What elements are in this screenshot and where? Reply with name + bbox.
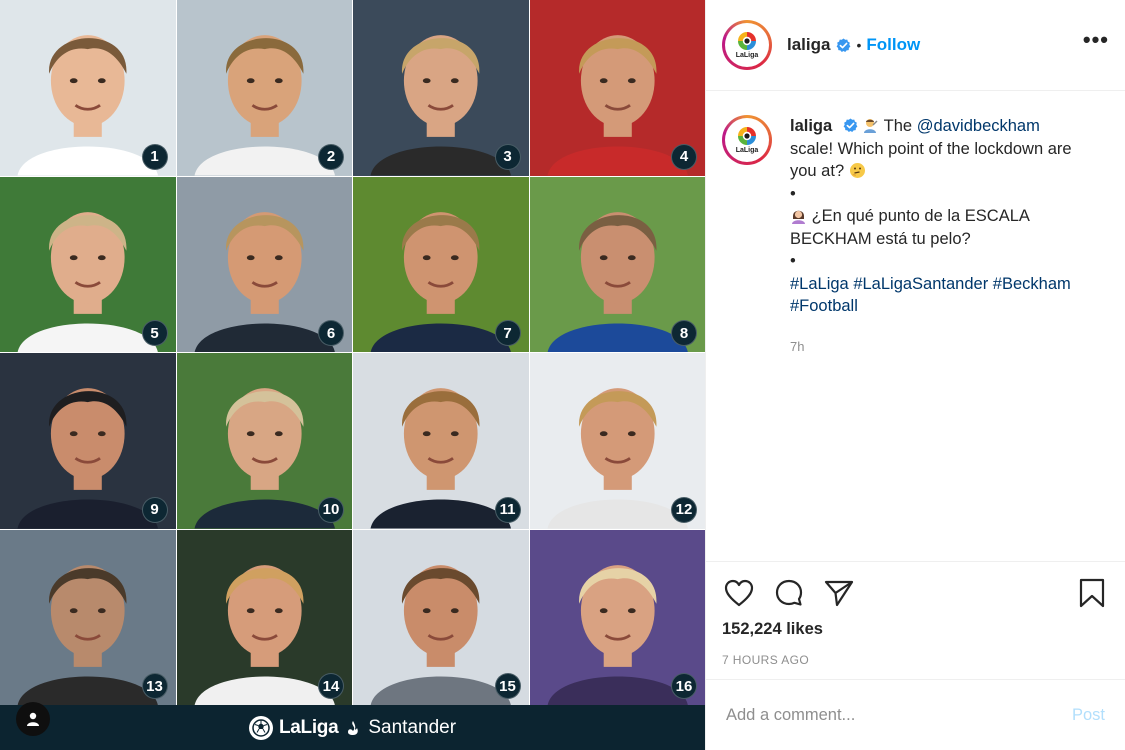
photo-tile: 7 <box>353 176 529 352</box>
tile-number-badge: 9 <box>141 496 168 523</box>
avatar-label: LaLiga <box>735 147 759 154</box>
photo-tile: 10 <box>176 353 352 529</box>
thinking-emoji-icon <box>849 162 866 180</box>
laliga-logo-icon <box>738 127 756 145</box>
caption-line1-rest: scale! Which point of the lockdown are y… <box>790 139 1072 181</box>
follow-button[interactable]: Follow <box>866 35 920 55</box>
photo-tile: 4 <box>529 0 705 176</box>
post-header: LaLiga laliga • Follow ••• <box>706 0 1125 91</box>
tile-number-badge: 14 <box>318 673 344 699</box>
tile-number-badge: 2 <box>318 143 344 170</box>
caption-avatar[interactable]: LaLiga <box>722 115 772 165</box>
caption-username[interactable]: laliga <box>790 117 832 135</box>
tile-number-badge: 10 <box>318 496 344 523</box>
add-comment-bar: Post <box>706 679 1125 750</box>
photo-tile: 6 <box>176 176 352 352</box>
post-comment-button[interactable]: Post <box>1072 706 1105 725</box>
photo-tile: 13 <box>0 529 176 705</box>
verified-badge-icon <box>836 38 851 53</box>
post-panel: LaLiga laliga • Follow ••• LaLiga laliga… <box>705 0 1125 750</box>
comment-button[interactable] <box>772 576 806 610</box>
hashtag-link[interactable]: #Football <box>790 297 858 315</box>
tile-number-badge: 11 <box>494 496 521 523</box>
save-button[interactable] <box>1075 576 1109 610</box>
caption-text: laliga The @davidbeckham scale! Which po… <box>790 115 1082 358</box>
caption-bullet-2: • <box>790 252 796 270</box>
photo-tile: 14 <box>176 529 352 705</box>
tile-number-badge: 12 <box>671 496 697 523</box>
laliga-ball-icon <box>248 715 273 740</box>
tile-number-badge: 8 <box>671 320 697 346</box>
share-plane-icon <box>824 580 854 607</box>
tile-number-badge: 5 <box>141 320 168 346</box>
like-heart-icon <box>724 579 754 607</box>
santander-flame-icon <box>348 720 359 735</box>
tile-number-badge: 7 <box>494 320 521 346</box>
caption-spanish: ¿En qué punto de la ESCALA BECKHAM está … <box>790 207 1029 248</box>
barber-emoji-icon <box>862 117 883 135</box>
tile-number-badge: 1 <box>141 143 168 170</box>
laliga-brand-bar: LaLiga Santander <box>0 705 705 750</box>
tile-number-badge: 16 <box>671 673 697 699</box>
hashtag-link[interactable]: #LaLigaSantander <box>853 275 988 293</box>
caption-bullet: • <box>790 184 796 203</box>
photo-tile: 3 <box>353 0 529 176</box>
comments-section: LaLiga laliga The @davidbeckham scale! W… <box>706 91 1125 561</box>
brand-laliga-text: LaLiga <box>278 716 339 738</box>
header-username[interactable]: laliga <box>787 35 830 55</box>
avatar-label: LaLiga <box>735 52 759 59</box>
photo-tile: 5 <box>0 176 176 352</box>
tile-number-badge: 6 <box>318 320 344 346</box>
user-tag-icon <box>27 712 39 726</box>
post-timestamp[interactable]: 7 HOURS AGO <box>722 653 1109 667</box>
photo-tile: 12 <box>529 353 705 529</box>
tile-number-badge: 4 <box>671 143 697 170</box>
action-icons <box>722 562 1109 624</box>
like-count[interactable]: 152,224 likes <box>722 620 1109 639</box>
beckham-hair-grid: 1 2 3 4 5 6 7 8 9 10 11 12 13 14 15 16 <box>0 0 705 705</box>
tile-number-badge: 13 <box>141 673 168 699</box>
photo-tile: 16 <box>529 529 705 705</box>
tile-number-badge: 15 <box>494 673 521 699</box>
share-button[interactable] <box>822 576 856 610</box>
mention-link[interactable]: @davidbeckham <box>917 117 1040 135</box>
hashtags: #LaLiga #LaLigaSantander #Beckham #Footb… <box>790 273 1082 318</box>
post-media[interactable]: 1 2 3 4 5 6 7 8 9 10 11 12 13 14 15 16 LaLiga Santander <box>0 0 705 750</box>
bookmark-icon <box>1079 578 1105 608</box>
more-options-icon[interactable]: ••• <box>1083 27 1109 63</box>
laliga-santander-logo: LaLiga Santander <box>248 715 457 740</box>
caption-timestamp[interactable]: 7h <box>790 336 1082 359</box>
caption-comment: LaLiga laliga The @davidbeckham scale! W… <box>722 115 1109 358</box>
photo-tile: 11 <box>353 353 529 529</box>
user-tag-button[interactable] <box>16 702 50 736</box>
comment-input[interactable] <box>726 705 1072 725</box>
photo-tile: 8 <box>529 176 705 352</box>
like-button[interactable] <box>722 576 756 610</box>
photo-tile: 15 <box>353 529 529 705</box>
photo-tile: 2 <box>176 0 352 176</box>
brand-santander-text: Santander <box>368 716 457 738</box>
photo-tile: 1 <box>0 0 176 176</box>
avatar[interactable]: LaLiga <box>722 20 772 70</box>
photo-tile: 9 <box>0 353 176 529</box>
hashtag-link[interactable]: #LaLiga <box>790 275 849 293</box>
tile-number-badge: 3 <box>494 143 521 170</box>
caption-line1: The <box>883 117 913 135</box>
comment-bubble-icon <box>775 579 803 606</box>
woman-shrug-emoji-icon <box>790 207 812 225</box>
laliga-logo-icon <box>738 32 756 50</box>
verified-badge-icon <box>843 118 858 133</box>
header-separator: • <box>856 37 862 53</box>
post-actions: 152,224 likes 7 HOURS AGO <box>706 561 1125 667</box>
hashtag-link[interactable]: #Beckham <box>993 275 1071 293</box>
